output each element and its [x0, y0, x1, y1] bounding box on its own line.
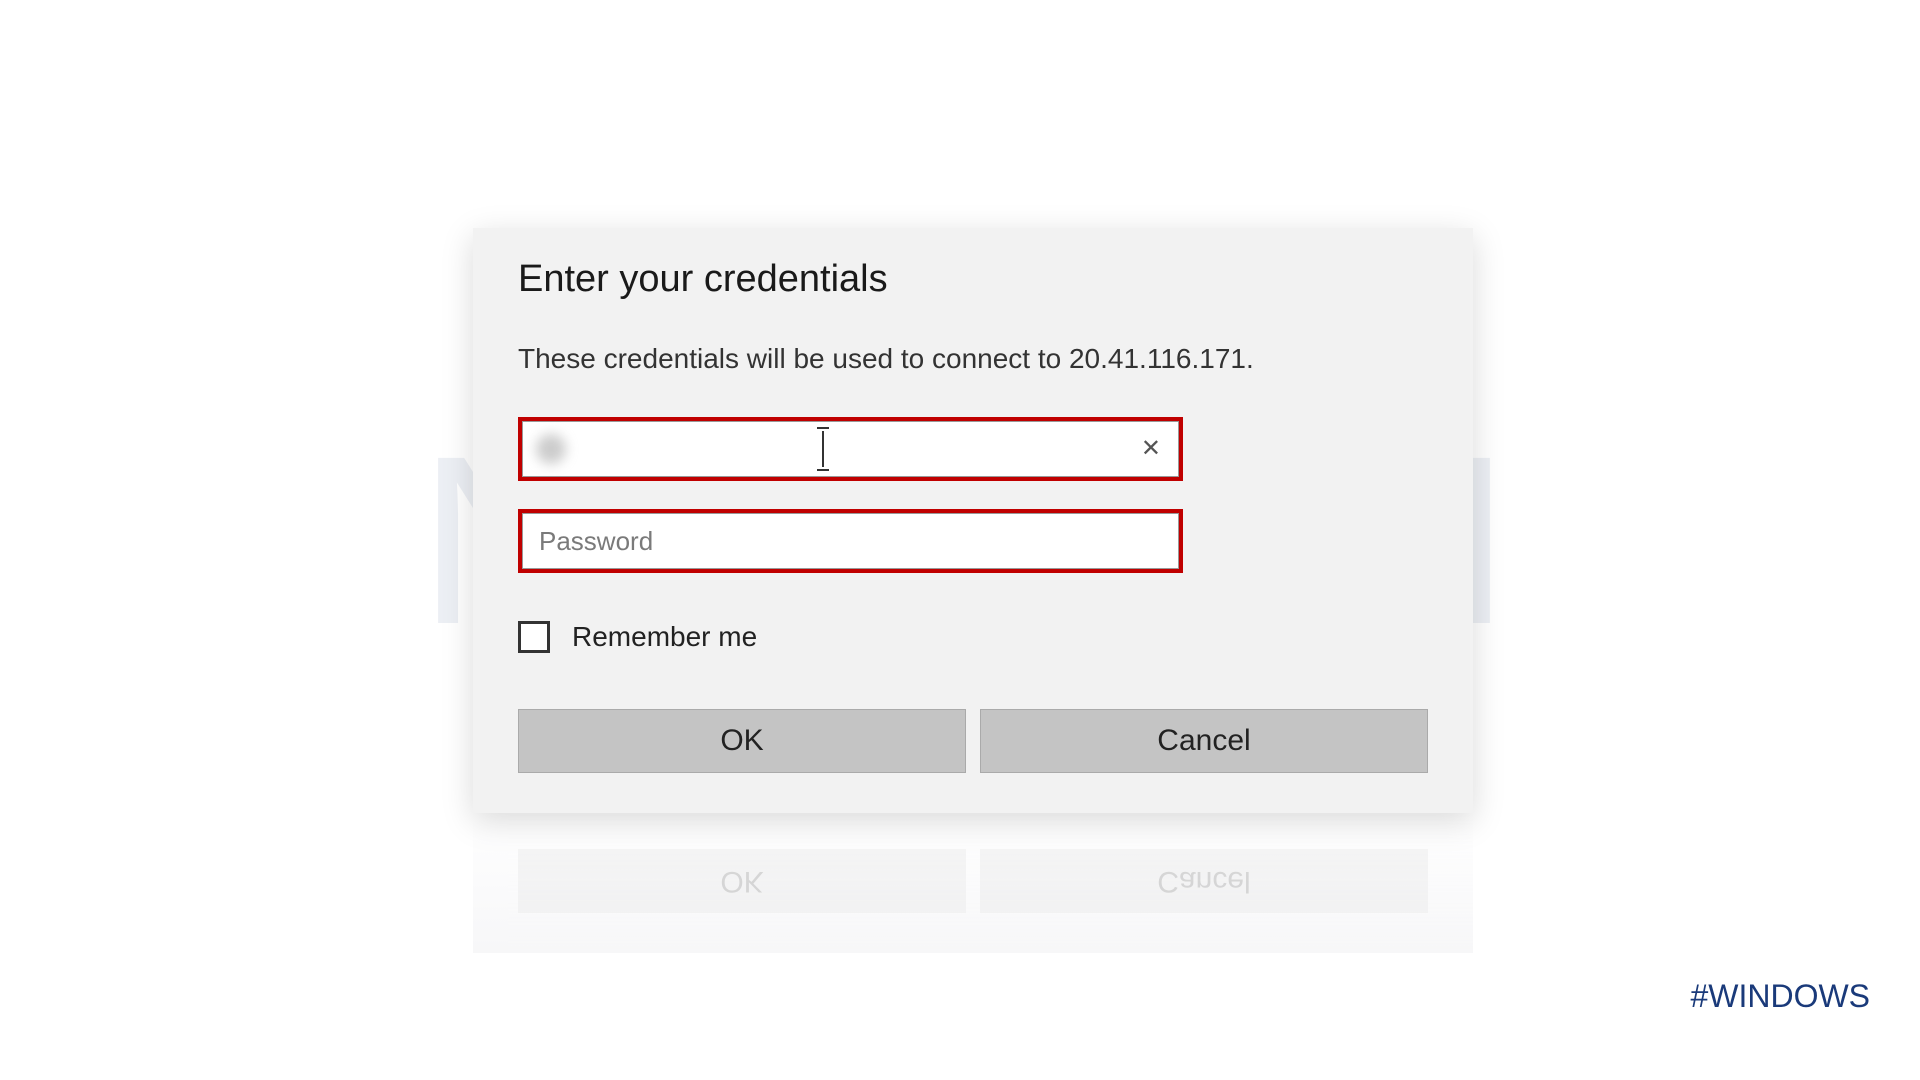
reflection-ok: OK: [518, 849, 966, 913]
credentials-dialog: Enter your credentials These credentials…: [473, 228, 1473, 813]
username-input[interactable]: [522, 421, 1179, 477]
remember-me-checkbox[interactable]: [518, 621, 550, 653]
dialog-button-row: OK Cancel: [518, 709, 1428, 773]
dialog-title: Enter your credentials: [518, 258, 1428, 301]
username-field-wrapper: ✕: [518, 417, 1183, 481]
credentials-dialog-container: Enter your credentials These credentials…: [473, 228, 1473, 953]
remember-me-label: Remember me: [572, 621, 757, 653]
remember-me-row: Remember me: [518, 621, 1428, 653]
ok-button[interactable]: OK: [518, 709, 966, 773]
cancel-button[interactable]: Cancel: [980, 709, 1428, 773]
password-input[interactable]: [522, 513, 1179, 569]
text-cursor-icon: [822, 431, 824, 467]
dialog-reflection: OK Cancel: [473, 813, 1473, 953]
password-field-wrapper: [518, 509, 1183, 573]
clear-input-icon[interactable]: ✕: [1141, 437, 1161, 461]
dialog-description: These credentials will be used to connec…: [518, 343, 1428, 375]
hashtag-label: #WINDOWS: [1690, 978, 1870, 1015]
reflection-cancel: Cancel: [980, 849, 1428, 913]
